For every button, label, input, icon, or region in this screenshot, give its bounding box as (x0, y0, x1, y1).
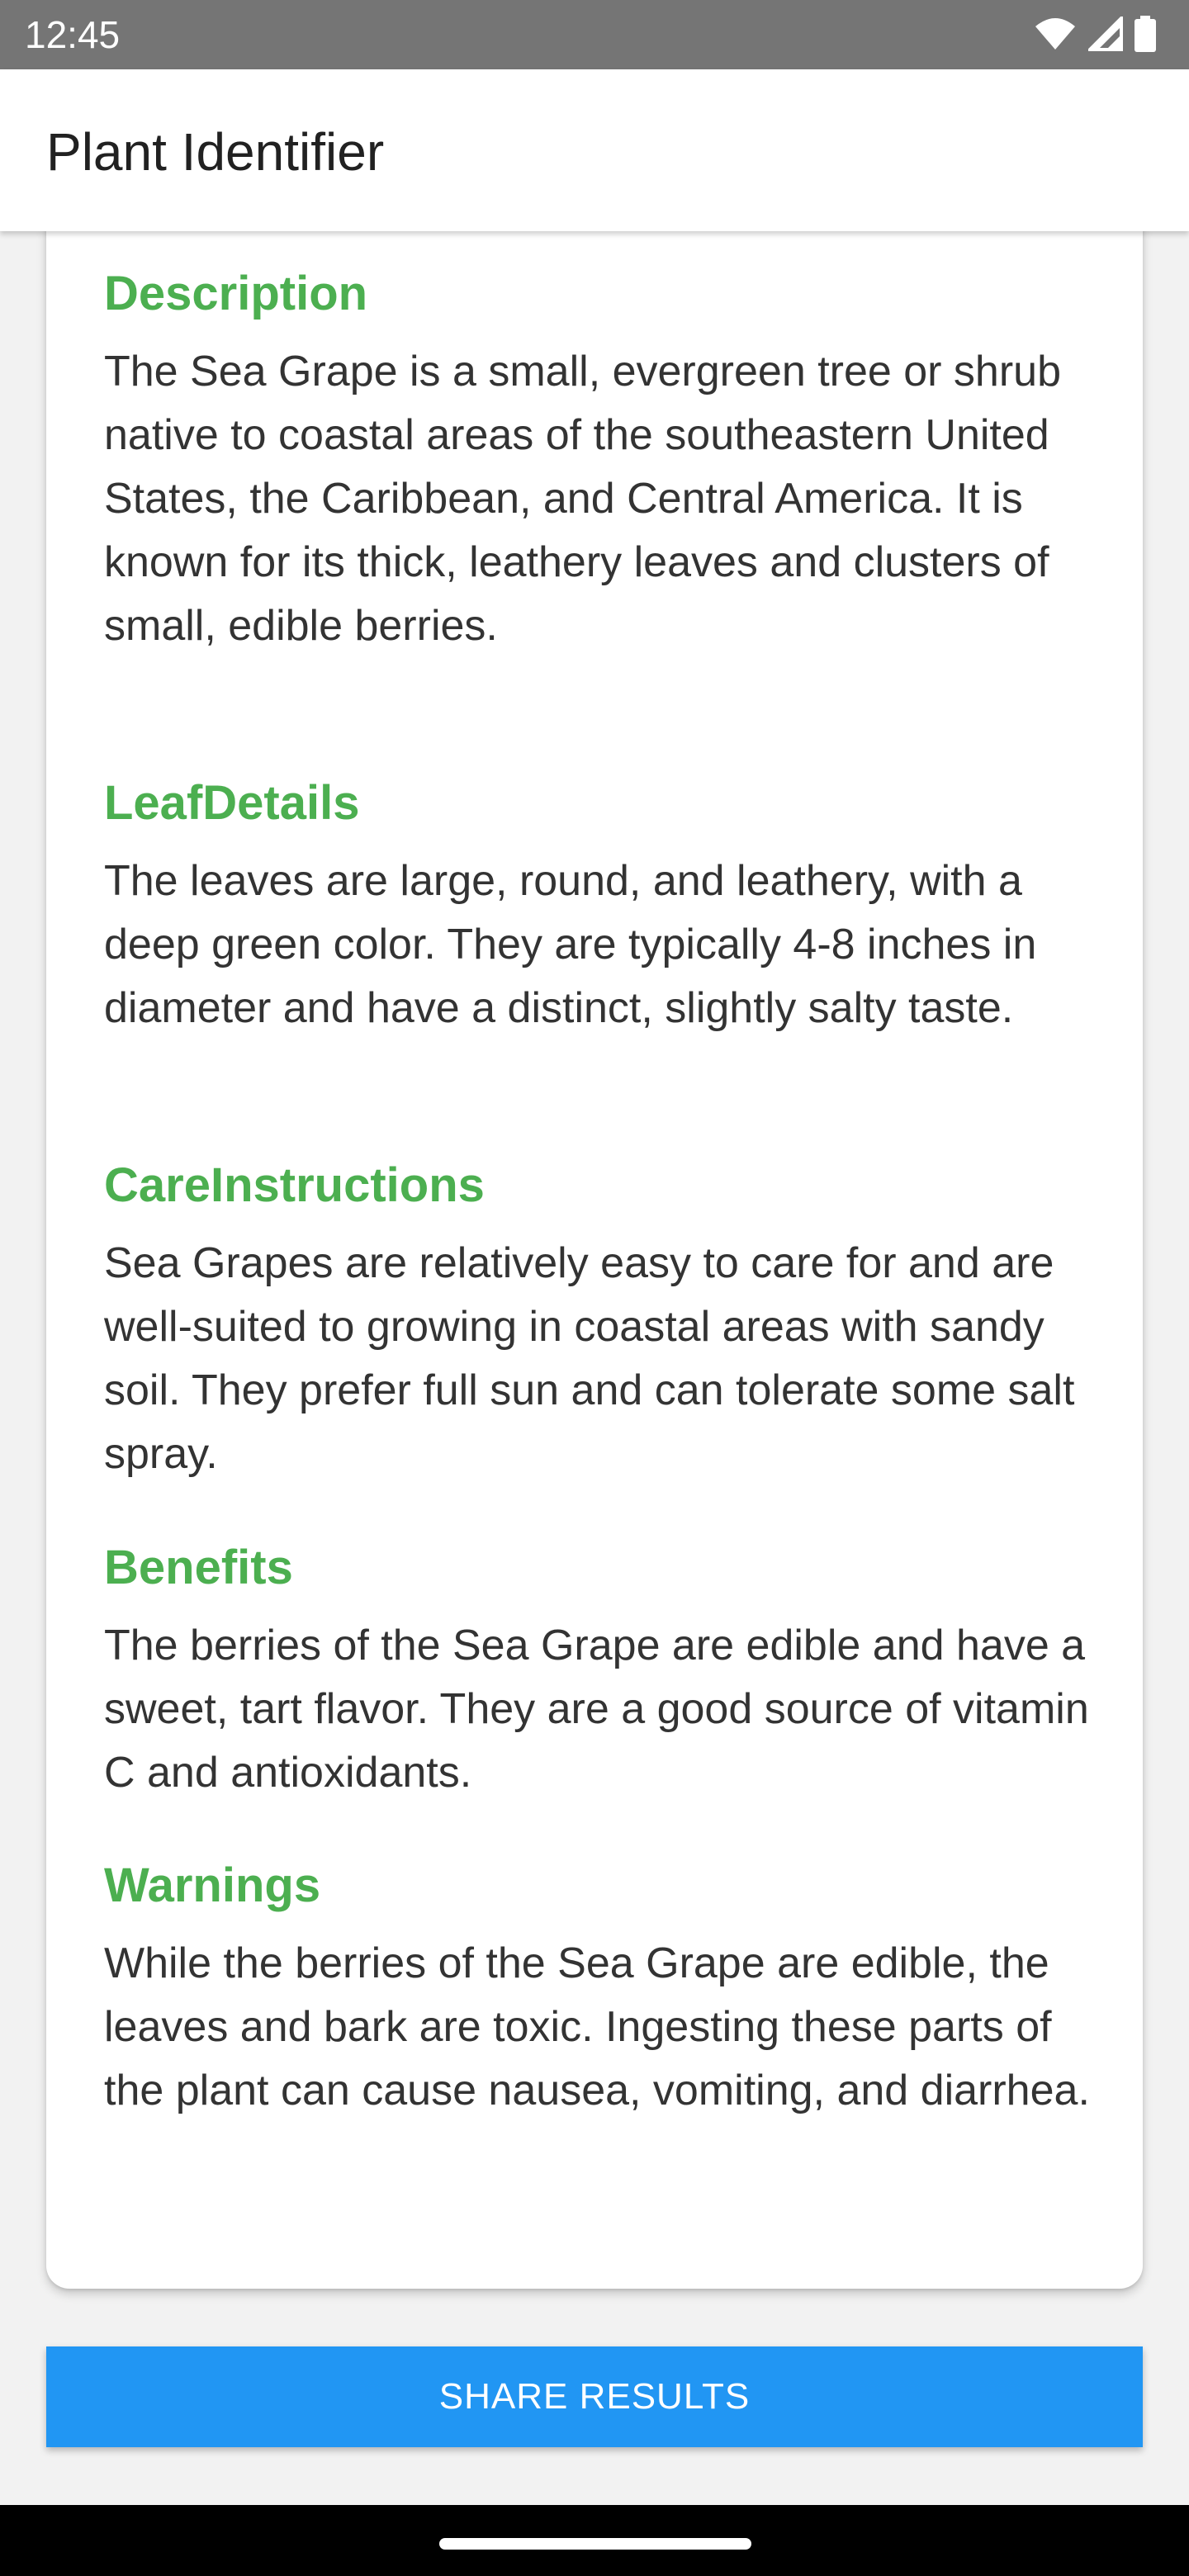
status-bar: 12:45 (0, 0, 1189, 69)
section-body: The leaves are large, round, and leather… (104, 857, 1037, 1032)
section-benefits: Benefits The berries of the Sea Grape ar… (104, 1538, 1095, 1805)
section-heading: Benefits (104, 1541, 293, 1594)
status-time: 12:45 (25, 13, 121, 56)
section-body: Sea Grapes are relatively easy to care f… (104, 1239, 1075, 1478)
section-body: While the berries of the Sea Grape are e… (104, 1939, 1090, 2114)
battery-icon (1135, 16, 1156, 52)
section-heading: Description (104, 267, 368, 320)
section-warnings: Warnings While the berries of the Sea Gr… (104, 1856, 1095, 2123)
section-leaf-details: LeafDetails The leaves are large, round,… (104, 774, 1095, 1040)
section-body: The Sea Grape is a small, evergreen tree… (104, 348, 1062, 650)
section-heading: LeafDetails (104, 776, 360, 830)
navigation-bar (0, 2505, 1189, 2576)
section-heading: CareInstructions (104, 1158, 485, 1212)
home-indicator[interactable] (439, 2538, 751, 2550)
section-body: The berries of the Sea Grape are edible … (104, 1622, 1089, 1797)
status-icons (1034, 15, 1156, 53)
page-title: Plant Identifier (46, 122, 385, 182)
wifi-icon (1035, 18, 1075, 50)
app-bar: Plant Identifier (0, 69, 1189, 231)
section-heading: Warnings (104, 1859, 321, 1912)
share-results-button[interactable]: SHARE RESULTS (46, 2346, 1143, 2447)
section-description: Description The Sea Grape is a small, ev… (104, 264, 1095, 658)
section-care-instructions: CareInstructions Sea Grapes are relative… (104, 1156, 1095, 1486)
signal-icon (1088, 17, 1123, 51)
plant-details-card: Description The Sea Grape is a small, ev… (46, 206, 1143, 2289)
